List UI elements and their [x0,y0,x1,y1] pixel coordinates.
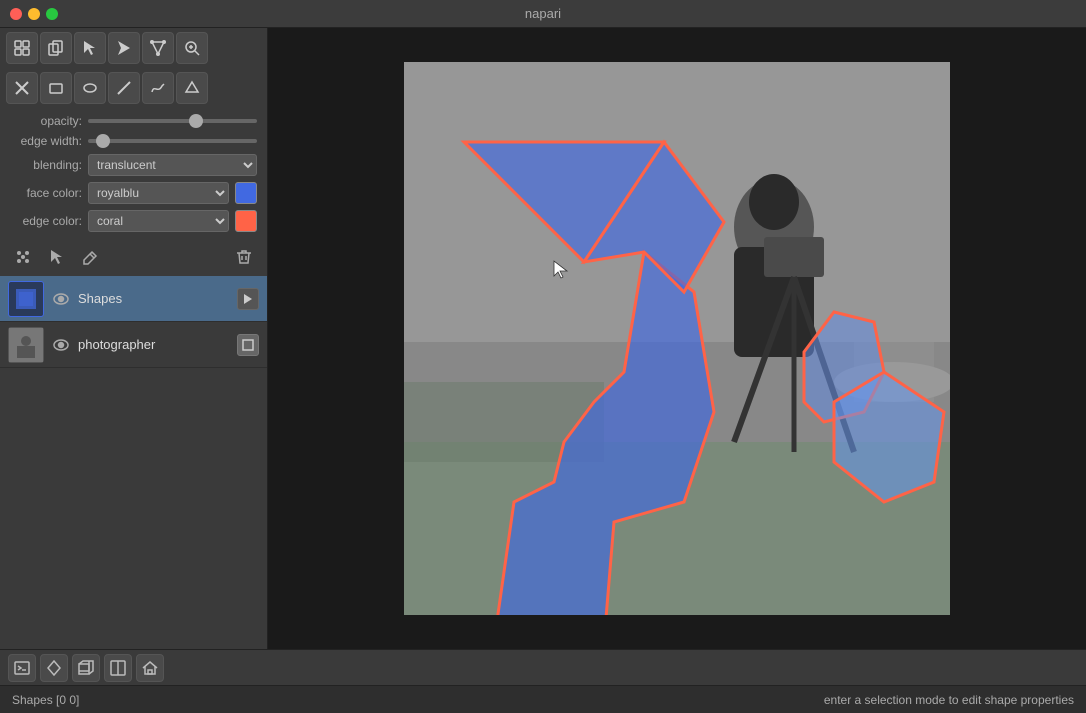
edge-color-row: edge color: royalblu coral [10,210,257,232]
photographer-layer-item[interactable]: photographer [0,322,267,368]
status-right: enter a selection mode to edit shape pro… [824,693,1074,707]
edge-color-swatch[interactable] [235,210,257,232]
edit-mode-button[interactable] [76,242,106,272]
path-tool[interactable] [142,72,174,104]
rect-tool[interactable] [40,72,72,104]
arrow2-tool[interactable] [142,32,174,64]
titlebar: napari [0,0,1086,28]
blending-row: blending: opaque translucent additive [10,154,257,176]
split-view-button[interactable] [104,654,132,682]
image-container [404,62,950,615]
3d-view-button[interactable] [72,654,100,682]
properties-section: opacity: edge width: blending: opaque tr… [0,108,267,238]
shapes-layer-name: Shapes [78,291,231,306]
terminal-button[interactable] [8,654,36,682]
shapes-overlay [404,62,950,615]
blending-label: blending: [10,158,82,172]
polygon-tool[interactable] [176,72,208,104]
face-color-row: face color: royalblu coral [10,182,257,204]
edge-color-label: edge color: [10,214,82,228]
toolbar-row-1 [0,28,267,68]
status-bar: Shapes [0 0] enter a selection mode to e… [0,685,1086,713]
close-button[interactable] [10,8,22,20]
face-color-swatch[interactable] [235,182,257,204]
ellipse-tool[interactable] [74,72,106,104]
shapes-visibility-toggle[interactable] [50,288,72,310]
maximize-button[interactable] [46,8,58,20]
shapes-mode-button[interactable] [237,288,259,310]
app-title: napari [525,6,561,21]
toolbar-row-2 [0,68,267,108]
face-color-label: face color: [10,186,82,200]
grid-tool[interactable] [6,32,38,64]
line-tool[interactable] [108,72,140,104]
edge-width-row: edge width: [10,134,257,148]
edge-width-slider[interactable] [88,139,257,143]
photographer-visibility-toggle[interactable] [50,334,72,356]
traffic-lights [10,8,58,20]
shapes-layer-item[interactable]: Shapes [0,276,267,322]
zoom-tool[interactable] [176,32,208,64]
home-button[interactable] [136,654,164,682]
opacity-row: opacity: [10,114,257,128]
canvas-area[interactable] [268,28,1086,649]
bottom-toolbar [0,649,1086,685]
layers-list: Shapes [0,276,267,649]
close-shapes-tool[interactable] [6,72,38,104]
arrow-tool[interactable] [108,32,140,64]
left-panel: opacity: edge width: blending: opaque tr… [0,28,268,649]
photographer-thumbnail [8,327,44,363]
status-left: Shapes [0 0] [12,693,79,707]
edge-color-select[interactable]: royalblu coral [88,210,229,232]
copy-tool[interactable] [40,32,72,64]
add-points-button[interactable] [8,242,38,272]
opacity-slider[interactable] [88,119,257,123]
photographer-mode-button[interactable] [237,334,259,356]
select-mode-button[interactable] [42,242,72,272]
plugin-button[interactable] [40,654,68,682]
face-color-select[interactable]: royalblu coral [88,182,229,204]
opacity-label: opacity: [10,114,82,128]
delete-layer-button[interactable] [229,242,259,272]
edge-width-label: edge width: [10,134,82,148]
shapes-thumbnail [8,281,44,317]
layer-actions [0,238,267,276]
photographer-layer-name: photographer [78,337,231,352]
main-layout: opacity: edge width: blending: opaque tr… [0,28,1086,649]
minimize-button[interactable] [28,8,40,20]
select-tool[interactable] [74,32,106,64]
blending-select[interactable]: opaque translucent additive [88,154,257,176]
